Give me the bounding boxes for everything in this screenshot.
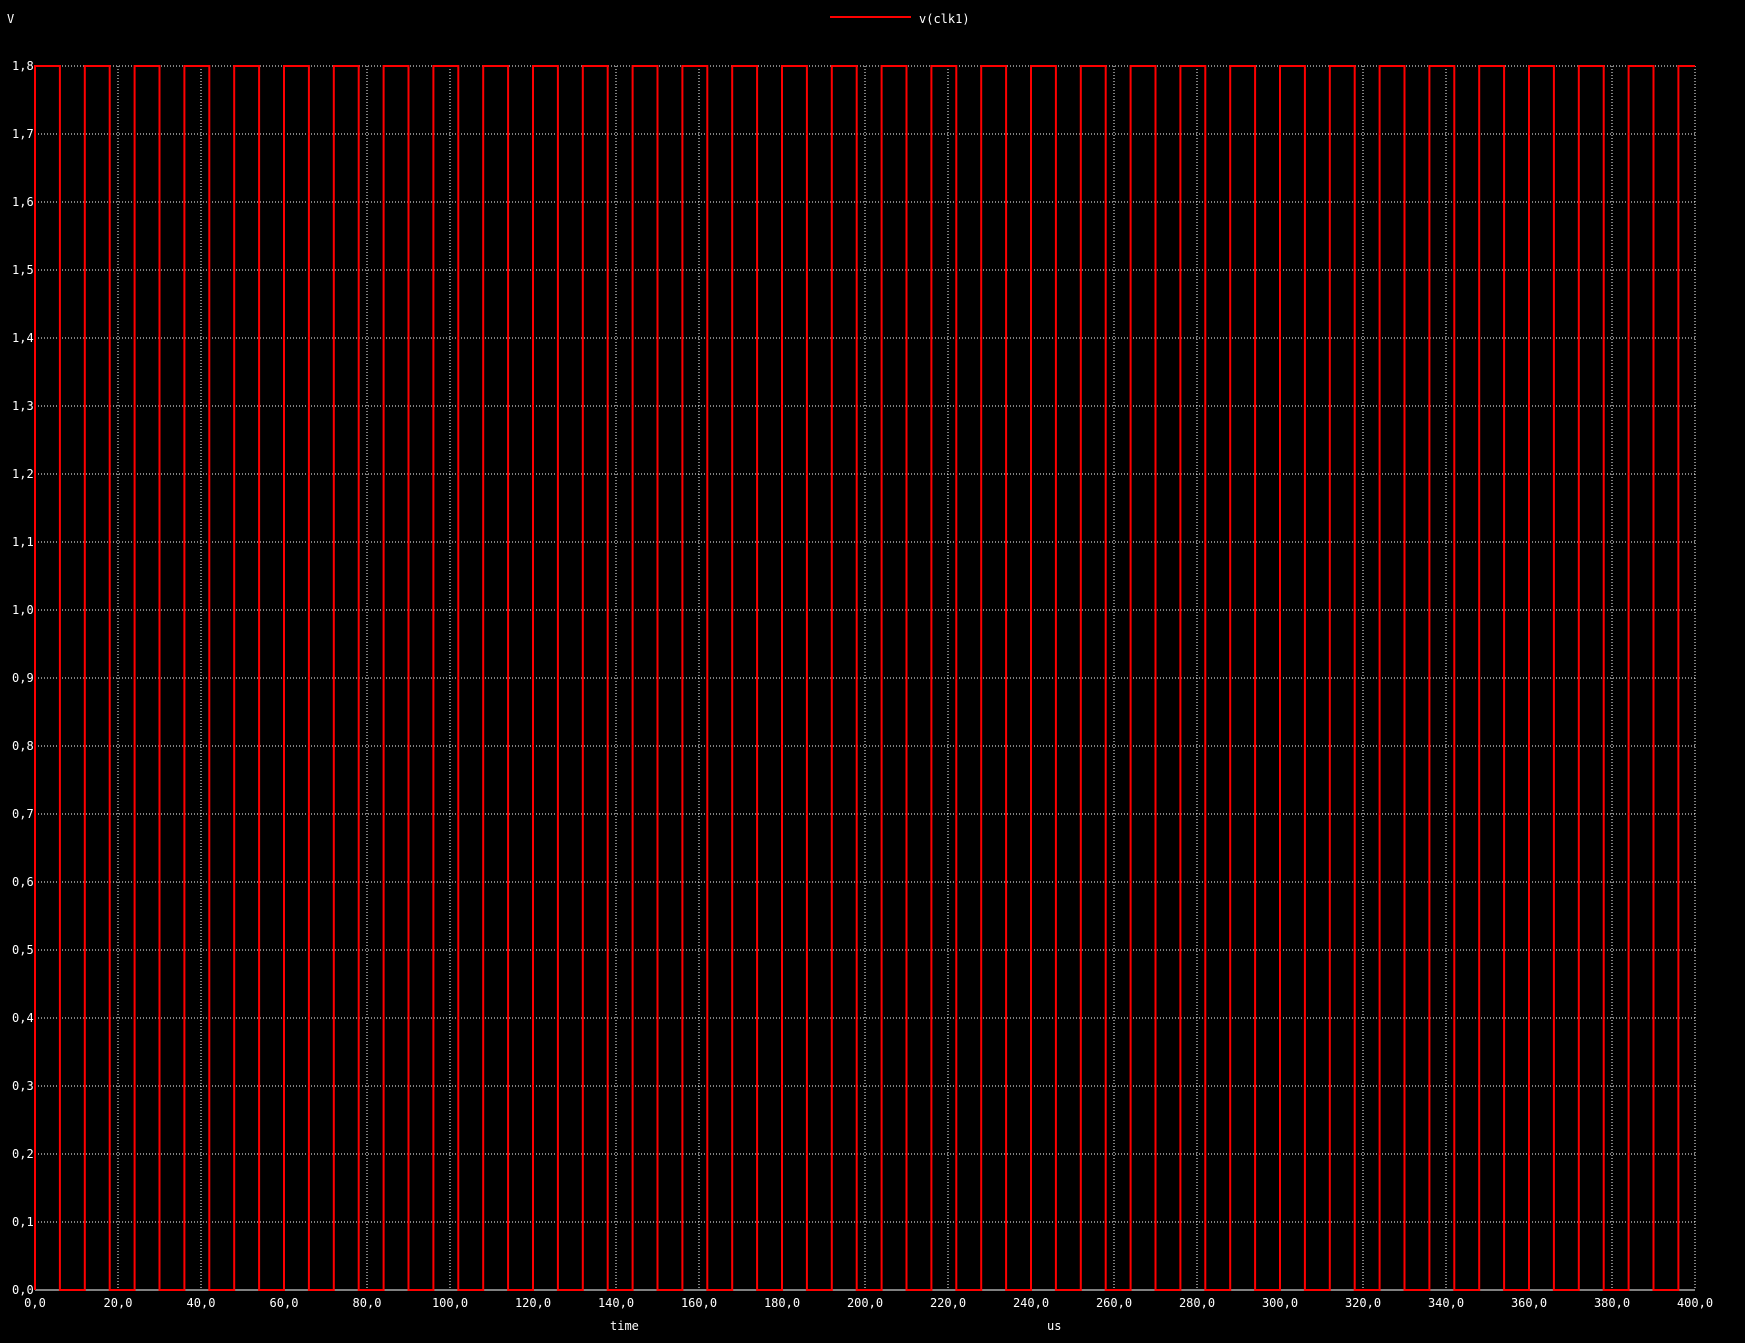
y-tick-label: 0,1: [12, 1215, 34, 1229]
x-axis-unit: us: [1047, 1319, 1061, 1333]
y-tick-label: 1,0: [12, 603, 34, 617]
legend-label: v(clk1): [919, 12, 970, 26]
plot-background: [0, 0, 1745, 1343]
x-axis-label: time: [610, 1319, 639, 1333]
y-tick-label: 0,9: [12, 671, 34, 685]
y-tick-label: 0,5: [12, 943, 34, 957]
x-tick-label: 140,0: [598, 1296, 634, 1310]
x-tick-label: 100,0: [432, 1296, 468, 1310]
y-tick-label: 0,0: [12, 1283, 34, 1297]
x-tick-label: 400,0: [1677, 1296, 1713, 1310]
y-tick-label: 1,4: [12, 331, 34, 345]
x-tick-label: 20,0: [104, 1296, 133, 1310]
y-tick-label: 1,8: [12, 59, 34, 73]
y-tick-label: 0,7: [12, 807, 34, 821]
y-tick-label: 1,6: [12, 195, 34, 209]
y-tick-label: 1,2: [12, 467, 34, 481]
x-tick-label: 340,0: [1428, 1296, 1464, 1310]
y-tick-label: 1,1: [12, 535, 34, 549]
x-tick-label: 380,0: [1594, 1296, 1630, 1310]
x-tick-label: 220,0: [930, 1296, 966, 1310]
y-tick-label: 0,8: [12, 739, 34, 753]
waveform-plot: 0,0 0,1 0,2 0,3 0,4 0,5 0,6 0,7 0,8 0,9 1,0 1,1 1,2 1…: [0, 0, 1745, 1343]
y-tick-label: 1,7: [12, 127, 34, 141]
y-axis-label: V: [7, 12, 14, 26]
x-tick-label: 120,0: [515, 1296, 551, 1310]
x-tick-label: 160,0: [681, 1296, 717, 1310]
x-tick-label: 180,0: [764, 1296, 800, 1310]
x-tick-label: 280,0: [1179, 1296, 1215, 1310]
x-tick-label: 300,0: [1262, 1296, 1298, 1310]
y-tick-label: 0,3: [12, 1079, 34, 1093]
x-tick-label: 200,0: [847, 1296, 883, 1310]
x-tick-label: 240,0: [1013, 1296, 1049, 1310]
x-tick-label: 60,0: [270, 1296, 299, 1310]
x-tick-label: 80,0: [353, 1296, 382, 1310]
x-tick-label: 320,0: [1345, 1296, 1381, 1310]
x-tick-label: 0,0: [24, 1296, 46, 1310]
x-tick-label: 260,0: [1096, 1296, 1132, 1310]
y-tick-label: 1,3: [12, 399, 34, 413]
y-tick-label: 0,6: [12, 875, 34, 889]
y-tick-label: 1,5: [12, 263, 34, 277]
y-tick-label: 0,4: [12, 1011, 34, 1025]
x-tick-label: 360,0: [1511, 1296, 1547, 1310]
x-tick-label: 40,0: [187, 1296, 216, 1310]
y-tick-label: 0,2: [12, 1147, 34, 1161]
x-tick-labels: 0,0 20,0 40,0 60,0 80,0 100,0 120,0 140,0 160,0 1…: [24, 1296, 1713, 1310]
